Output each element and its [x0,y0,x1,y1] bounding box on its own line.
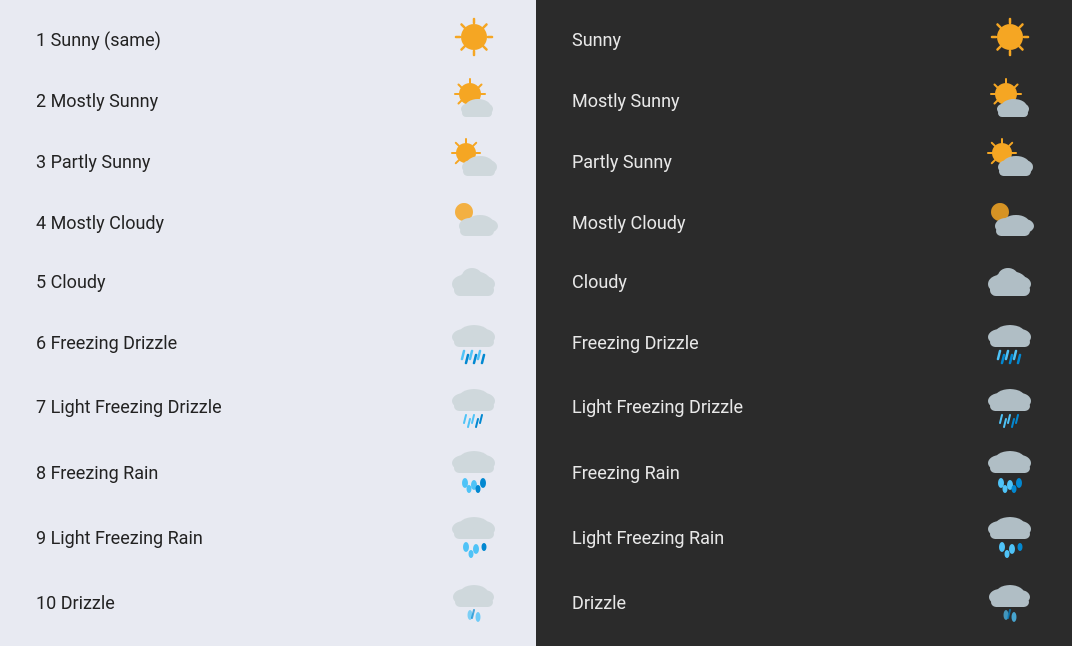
weather-row: Freezing Rain [556,440,1052,506]
weather-label: Cloudy [572,272,627,293]
weather-row: Cloudy [556,254,1052,312]
weather-icon-light-freezing-drizzle [448,381,500,435]
weather-row: 4 Mostly Cloudy [20,193,516,254]
main-container: 1 Sunny (same) 2 Mostly Sunny [0,0,1072,646]
weather-row: Mostly Cloudy [556,193,1052,254]
weather-icon-freezing-rain [984,445,1036,501]
weather-icon-cloudy [984,260,1036,306]
weather-icon-sunny [448,15,500,65]
weather-label: Drizzle [572,593,626,614]
weather-label: 8 Freezing Rain [36,463,158,484]
weather-row: 2 Mostly Sunny [20,71,516,132]
weather-label: Mostly Cloudy [572,213,685,234]
weather-row: Light Freezing Drizzle [556,376,1052,440]
weather-label: Light Freezing Rain [572,528,724,549]
weather-row: Light Freezing Rain [556,506,1052,572]
weather-icon-partly-sunny [984,137,1036,187]
weather-row: Mostly Sunny [556,71,1052,132]
weather-row: 5 Cloudy [20,254,516,312]
weather-icon-mostly-cloudy [984,198,1036,248]
weather-label: Mostly Sunny [572,91,680,112]
weather-label: Freezing Drizzle [572,333,699,354]
weather-icon-sunny [984,15,1036,65]
weather-row: Partly Sunny [556,132,1052,193]
weather-icon-freezing-rain [448,445,500,501]
weather-label: 10 Drizzle [36,593,115,614]
weather-label: 1 Sunny (same) [36,30,161,51]
panel-light: 1 Sunny (same) 2 Mostly Sunny [0,0,536,646]
weather-icon-mostly-sunny [448,76,500,126]
weather-label: Light Freezing Drizzle [572,397,743,418]
weather-icon-partly-sunny [448,137,500,187]
weather-label: 9 Light Freezing Rain [36,528,203,549]
weather-icon-light-freezing-rain [984,511,1036,567]
weather-icon-freezing-drizzle [984,317,1036,371]
weather-icon-light-freezing-rain [448,511,500,567]
weather-label: Sunny [572,30,621,51]
weather-row: Freezing Drizzle [556,312,1052,376]
weather-row: Sunny [556,10,1052,71]
weather-row: 1 Sunny (same) [20,10,516,71]
weather-label: Partly Sunny [572,152,672,173]
weather-label: 6 Freezing Drizzle [36,333,177,354]
weather-label: Freezing Rain [572,463,680,484]
weather-row: 3 Partly Sunny [20,132,516,193]
weather-icon-drizzle [984,577,1036,631]
weather-icon-drizzle [448,577,500,631]
weather-label: 3 Partly Sunny [36,152,150,173]
weather-icon-mostly-sunny [984,76,1036,126]
weather-row: 7 Light Freezing Drizzle [20,376,516,440]
weather-row: 10 Drizzle [20,572,516,636]
weather-label: 2 Mostly Sunny [36,91,158,112]
weather-icon-mostly-cloudy [448,198,500,248]
weather-row: 9 Light Freezing Rain [20,506,516,572]
weather-row: 8 Freezing Rain [20,440,516,506]
weather-label: 7 Light Freezing Drizzle [36,397,222,418]
weather-label: 4 Mostly Cloudy [36,213,164,234]
weather-row: 6 Freezing Drizzle [20,312,516,376]
weather-row: Drizzle [556,572,1052,636]
weather-icon-cloudy [448,260,500,306]
weather-icon-freezing-drizzle [448,317,500,371]
weather-icon-light-freezing-drizzle [984,381,1036,435]
panel-dark: Sunny Mostly Sunny [536,0,1072,646]
weather-label: 5 Cloudy [36,272,106,293]
